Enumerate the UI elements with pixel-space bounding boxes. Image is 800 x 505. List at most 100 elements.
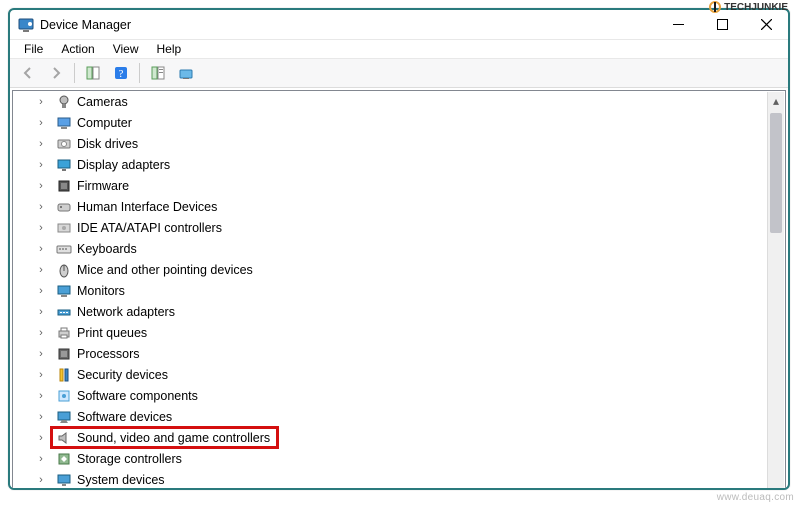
tree-item-label: Sound, video and game controllers — [77, 431, 270, 445]
svg-text:?: ? — [119, 68, 124, 80]
expander-icon[interactable]: › — [35, 180, 47, 192]
tree-item-label: Mice and other pointing devices — [77, 263, 253, 277]
menu-action[interactable]: Action — [53, 40, 102, 58]
tree-item[interactable]: ›Keyboards — [39, 238, 785, 259]
disk-icon — [56, 136, 72, 152]
expander-icon[interactable]: › — [35, 432, 47, 444]
tree-item-label: Cameras — [77, 95, 128, 109]
tree-item[interactable]: ›Sound, video and game controllers — [39, 427, 785, 448]
tree-item-label: Human Interface Devices — [77, 200, 217, 214]
window-title: Device Manager — [40, 18, 131, 32]
expander-icon[interactable]: › — [35, 243, 47, 255]
tree-item[interactable]: ›Mice and other pointing devices — [39, 259, 785, 280]
tree-item-label: Firmware — [77, 179, 129, 193]
expander-icon[interactable]: › — [35, 453, 47, 465]
expander-icon[interactable]: › — [35, 96, 47, 108]
expander-icon[interactable]: › — [35, 390, 47, 402]
expander-icon[interactable]: › — [35, 117, 47, 129]
tree-item[interactable]: ›IDE ATA/ATAPI controllers — [39, 217, 785, 238]
close-button[interactable] — [744, 10, 788, 40]
expander-icon[interactable]: › — [35, 306, 47, 318]
toolbar-show-hidden-button[interactable] — [174, 61, 198, 85]
network-icon — [56, 304, 72, 320]
titlebar[interactable]: Device Manager — [10, 10, 788, 40]
expander-icon[interactable]: › — [35, 222, 47, 234]
tree-item-label: System devices — [77, 473, 165, 487]
tree-item[interactable]: ›Network adapters — [39, 301, 785, 322]
logo-text: TECHJUNKIE — [724, 2, 788, 13]
maximize-button[interactable] — [700, 10, 744, 40]
toolbar-help-button[interactable]: ? — [109, 61, 133, 85]
tree-item-label: Processors — [77, 347, 140, 361]
app-icon — [18, 17, 34, 33]
sound-icon — [56, 430, 72, 446]
expander-icon[interactable]: › — [35, 285, 47, 297]
tree-item-label: Disk drives — [77, 137, 138, 151]
ide-icon — [56, 220, 72, 236]
toolbar-forward-button — [44, 61, 68, 85]
tree-item-label: IDE ATA/ATAPI controllers — [77, 221, 222, 235]
tree-item[interactable]: ›Disk drives — [39, 133, 785, 154]
chip-icon — [56, 178, 72, 194]
toolbar: ? — [10, 59, 788, 88]
tree-item-label: Network adapters — [77, 305, 175, 319]
expander-icon[interactable]: › — [35, 201, 47, 213]
tree-item[interactable]: ›Display adapters — [39, 154, 785, 175]
minimize-button[interactable] — [656, 10, 700, 40]
hid-icon — [56, 199, 72, 215]
tree-item[interactable]: ›Storage controllers — [39, 448, 785, 469]
toolbar-separator — [74, 63, 75, 83]
menu-file[interactable]: File — [16, 40, 51, 58]
system-icon — [56, 472, 72, 488]
tree-item-label: Computer — [77, 116, 132, 130]
expander-icon[interactable]: › — [35, 327, 47, 339]
menu-help[interactable]: Help — [149, 40, 190, 58]
computer-icon — [56, 115, 72, 131]
tree-item[interactable]: ›Software devices — [39, 406, 785, 427]
tree-item[interactable]: ›Cameras — [39, 91, 785, 112]
tree-item[interactable]: ›System devices — [39, 469, 785, 490]
vertical-scrollbar[interactable]: ▴ ▾ — [767, 92, 784, 490]
menu-view[interactable]: View — [105, 40, 147, 58]
toolbar-separator — [139, 63, 140, 83]
tree-item-label: Storage controllers — [77, 452, 182, 466]
watermark: www.deuaq.com — [717, 492, 794, 503]
tree-item[interactable]: ›Security devices — [39, 364, 785, 385]
toolbar-show-tree-button[interactable] — [81, 61, 105, 85]
expander-icon[interactable]: › — [35, 138, 47, 150]
tree-item[interactable]: ›Computer — [39, 112, 785, 133]
scroll-track[interactable] — [768, 109, 784, 490]
expander-icon[interactable]: › — [35, 474, 47, 486]
tree-view[interactable]: ›Cameras›Computer›Disk drives›Display ad… — [12, 90, 786, 490]
expander-icon[interactable]: › — [35, 159, 47, 171]
cpu-icon — [56, 346, 72, 362]
scroll-thumb[interactable] — [770, 113, 782, 233]
tree-item[interactable]: ›Human Interface Devices — [39, 196, 785, 217]
camera-icon — [56, 94, 72, 110]
tree-item-label: Monitors — [77, 284, 125, 298]
tree-item[interactable]: ›Firmware — [39, 175, 785, 196]
monitor-icon — [56, 283, 72, 299]
tree-item-label: Software devices — [77, 410, 172, 424]
storage-icon — [56, 451, 72, 467]
swcomp-icon — [56, 388, 72, 404]
toolbar-properties-button[interactable] — [146, 61, 170, 85]
tree-item[interactable]: ›Processors — [39, 343, 785, 364]
content-area: ›Cameras›Computer›Disk drives›Display ad… — [10, 88, 788, 490]
printer-icon — [56, 325, 72, 341]
tree-item-label: Keyboards — [77, 242, 137, 256]
swdev-icon — [56, 409, 72, 425]
tree-item[interactable]: ›Software components — [39, 385, 785, 406]
expander-icon[interactable]: › — [35, 411, 47, 423]
menubar: File Action View Help — [10, 40, 788, 59]
expander-icon[interactable]: › — [35, 369, 47, 381]
external-logo: TECHJUNKIE — [709, 0, 788, 14]
security-icon — [56, 367, 72, 383]
display-icon — [56, 157, 72, 173]
tree-item[interactable]: ›Monitors — [39, 280, 785, 301]
scroll-up-button[interactable]: ▴ — [768, 92, 784, 109]
expander-icon[interactable]: › — [35, 264, 47, 276]
expander-icon[interactable]: › — [35, 348, 47, 360]
mouse-icon — [56, 262, 72, 278]
tree-item[interactable]: ›Print queues — [39, 322, 785, 343]
